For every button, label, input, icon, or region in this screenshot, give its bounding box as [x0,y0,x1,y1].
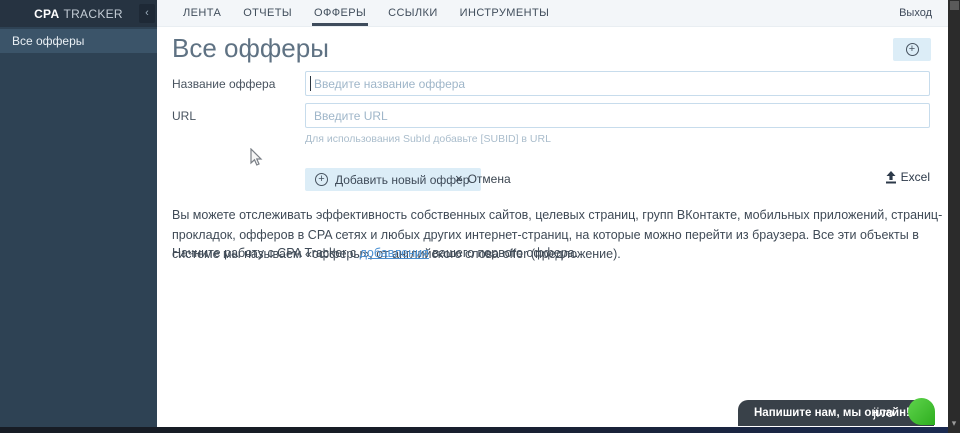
get-started-paragraph: Начните работу с CPA Tracker с добавлени… [172,246,872,260]
nav-tab-links[interactable]: ССЫЛКИ [386,0,440,26]
nav-tab-reports[interactable]: ОТЧЕТЫ [241,0,294,26]
jivo-logo-text: jivo [873,406,894,420]
add-first-offer-link[interactable]: добавления [360,246,429,260]
cancel-label: Отмена [467,171,511,186]
nav-tab-tools[interactable]: ИНСТРУМЕНТЫ [458,0,552,26]
vertical-scrollbar[interactable]: ▾ [948,0,960,433]
add-offer-top-button[interactable]: + [893,38,931,61]
sidebar-item-label: Все офферы [12,34,85,48]
mouse-cursor [250,148,263,166]
nav-tab-offers[interactable]: ОФФЕРЫ [312,0,368,26]
sidebar-collapse-button[interactable]: ‹ [139,4,155,23]
text-caret [310,76,311,91]
plus-circle-icon: + [315,173,328,186]
brand-name-bold: CPA [34,6,60,21]
scroll-down-arrow-icon[interactable]: ▾ [949,418,959,428]
page-title: Все офферы [172,33,329,63]
plus-circle-icon: + [905,43,919,56]
excel-export-button[interactable]: Excel [885,170,930,184]
sidebar: CPA TRACKER ‹ Все офферы [0,0,157,427]
logout-link[interactable]: Выход [899,0,932,27]
jivo-leaf-icon[interactable] [908,398,935,425]
close-icon: × [455,171,463,186]
scrollbar-thumb[interactable] [949,1,959,10]
sidebar-item-all-offers[interactable]: Все офферы [0,29,157,53]
excel-label: Excel [900,170,930,184]
app-window: CPA TRACKER ‹ Все офферы ЛЕНТА ОТЧЕТЫ ОФ… [0,0,960,433]
url-input[interactable] [305,103,930,128]
cancel-button[interactable]: × Отмена [455,171,511,186]
offer-name-input[interactable] [305,71,930,96]
add-new-offer-label: Добавить новый оффер [335,172,470,187]
get-started-suffix: вашего первого оффера. [428,246,579,260]
upload-icon [885,170,896,183]
offer-name-label: Название оффера [172,77,276,91]
nav-tab-lenta[interactable]: ЛЕНТА [181,0,223,26]
logo: CPA TRACKER ‹ [0,0,157,27]
bottom-window-edge [0,427,948,433]
url-hint-text: Для использования SubId добавьте [SUBID]… [305,133,551,145]
top-navbar: ЛЕНТА ОТЧЕТЫ ОФФЕРЫ ССЫЛКИ ИНСТРУМЕНТЫ В… [157,0,948,27]
get-started-prefix: Начните работу с CPA Tracker с [172,246,360,260]
jivo-chat-widget[interactable]: Напишите нам, мы онлайн! jivo [738,400,934,426]
url-label: URL [172,109,197,123]
chevron-left-icon: ‹ [145,7,149,19]
brand-name-light: TRACKER [63,6,123,21]
